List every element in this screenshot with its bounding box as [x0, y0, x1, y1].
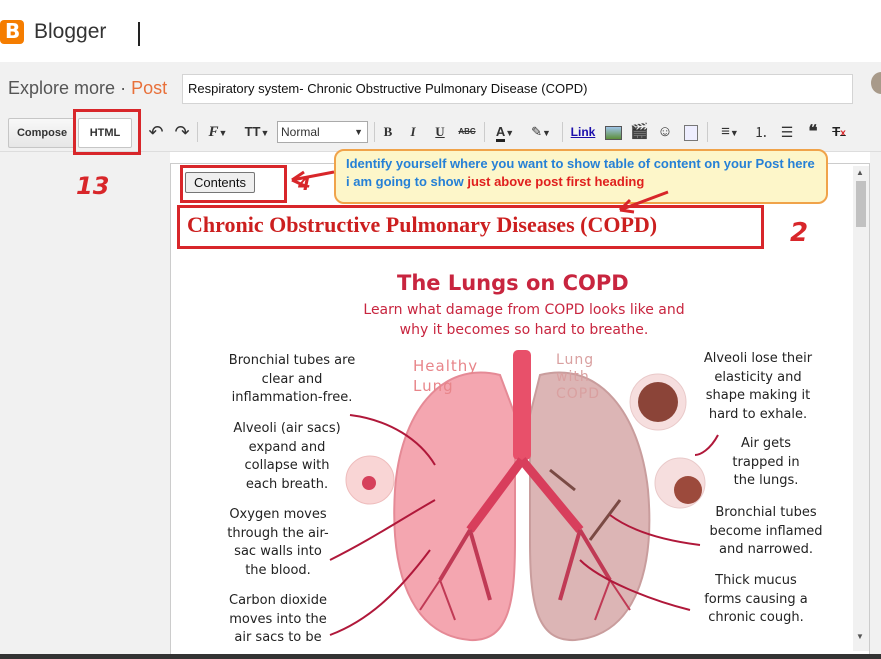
- annotation-number-3: 13: [76, 172, 110, 200]
- annotation-arrows: [291, 170, 669, 214]
- annotation-number-4: 4: [298, 174, 311, 195]
- bottom-edge: [0, 654, 881, 659]
- annotation-number-2: 2: [790, 218, 809, 248]
